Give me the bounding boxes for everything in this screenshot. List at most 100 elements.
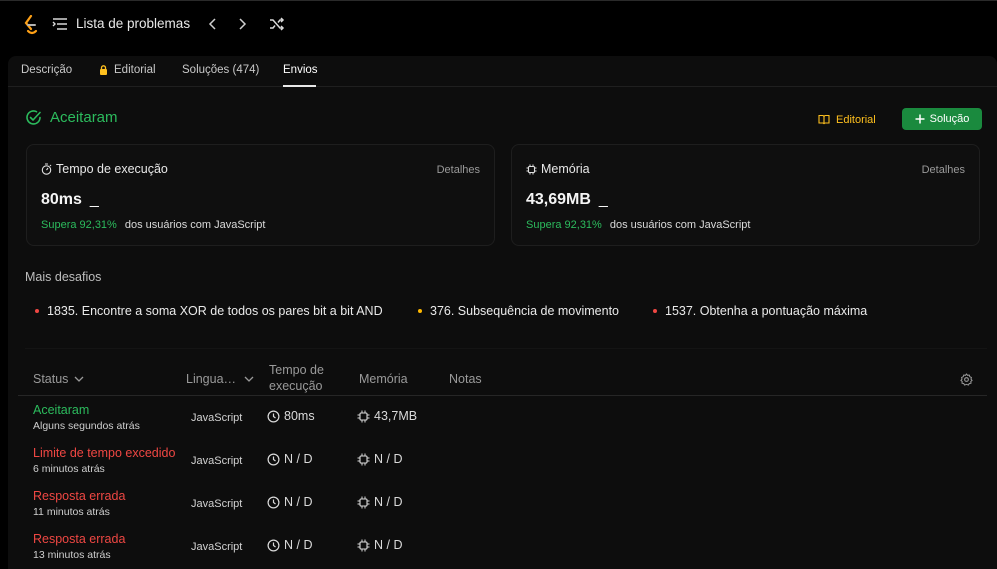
row-runtime: 80ms (267, 409, 315, 423)
clock-icon (267, 538, 280, 552)
difficulty-dot (653, 309, 657, 313)
memory-beats: Supera 92,31% dos usuários com JavaScript (526, 219, 750, 231)
runtime-beats-text: dos usuários com JavaScript (124, 219, 266, 231)
difficulty-dot (418, 309, 422, 313)
book-icon (818, 114, 830, 125)
row-status-label[interactable]: Resposta errada (33, 489, 125, 503)
clock-icon (267, 452, 280, 466)
next-problem-button[interactable] (233, 15, 251, 33)
memory-cursor: _ (598, 191, 608, 208)
memory-card-label: Memória (526, 162, 590, 176)
difficulty-dot (35, 309, 39, 313)
row-memory-value: N / D (374, 538, 403, 552)
row-runtime-value: N / D (284, 538, 313, 552)
table-row[interactable]: Limite de tempo excedido 6 minutos atrás… (18, 440, 987, 483)
tab-editorial-label: Editorial (114, 64, 156, 76)
chip-icon (357, 410, 370, 422)
editorial-button-label: Editorial (836, 113, 876, 126)
language-header-label: Lingua… (186, 372, 237, 386)
notes-column-header: Notas (449, 372, 482, 386)
memory-beats-pct: Supera 92,31% (526, 219, 602, 231)
submission-panel: Descrição Editorial Soluções (474) Envio… (8, 56, 997, 569)
memory-details-link[interactable]: Detalhes (922, 164, 965, 176)
clock-icon (267, 409, 280, 423)
status-header-label: Status (33, 372, 69, 386)
result-status-label: Aceitaram (50, 109, 118, 126)
runtime-value: 80ms _ (41, 191, 99, 209)
chevron-left-icon (208, 18, 216, 30)
row-runtime-value: 80ms (284, 409, 315, 423)
shuffle-icon (270, 17, 285, 31)
challenge-label: 376. Subsequência de movimento (430, 304, 620, 318)
settings-gear-icon[interactable] (960, 373, 973, 386)
tab-solutions[interactable]: Soluções (474) (182, 64, 259, 76)
challenge-item[interactable]: 1835. Encontre a soma XOR de todos os pa… (35, 304, 383, 318)
row-status-label[interactable]: Limite de tempo excedido (33, 446, 175, 460)
row-timestamp: 6 minutos atrás (33, 463, 105, 475)
chip-icon (357, 453, 370, 465)
editorial-button[interactable]: Editorial (818, 109, 876, 130)
runtime-card-title: Tempo de execução (56, 162, 168, 176)
problem-list-icon[interactable] (52, 17, 68, 31)
row-runtime: N / D (267, 495, 312, 509)
section-divider (25, 348, 987, 349)
solution-button[interactable]: Solução (902, 108, 982, 130)
problem-list-link[interactable]: Lista de problemas (76, 16, 190, 31)
runtime-card-label: Tempo de execução (41, 162, 168, 176)
row-status-label[interactable]: Resposta errada (33, 532, 125, 546)
challenge-item[interactable]: 376. Subsequência de movimento (418, 304, 619, 318)
runtime-details-link[interactable]: Detalhes (437, 164, 480, 176)
row-timestamp: Alguns segundos atrás (33, 420, 140, 432)
runtime-column-header: Tempo de execução (269, 362, 324, 394)
tab-bar: Descrição Editorial Soluções (474) Envio… (8, 56, 997, 87)
memory-beats-text: dos usuários com JavaScript (609, 219, 751, 231)
row-memory: N / D (357, 452, 402, 466)
chip-icon (357, 539, 370, 551)
tab-editorial[interactable]: Editorial (99, 64, 156, 76)
tab-submissions[interactable]: Envios (283, 64, 318, 76)
chevron-down-icon (244, 376, 254, 382)
row-memory: N / D (357, 538, 402, 552)
row-status-cell: Limite de tempo excedido 6 minutos atrás (33, 446, 175, 475)
chip-icon (526, 164, 537, 174)
row-status-label[interactable]: Aceitaram (33, 403, 140, 417)
memory-card: Memória Detalhes 43,69MB _ Supera 92,31% d… (511, 144, 980, 246)
table-row[interactable]: Resposta errada 11 minutos atrás JavaScr… (18, 483, 987, 526)
row-memory: 43,7MB (357, 409, 417, 423)
row-language: JavaScript (191, 455, 243, 467)
row-runtime: N / D (267, 452, 312, 466)
tab-description[interactable]: Descrição (21, 64, 72, 76)
status-column-header[interactable]: Status (33, 372, 84, 386)
challenge-label: 1835. Encontre a soma XOR de todos os pa… (47, 304, 383, 318)
runtime-header-line1: Tempo de (269, 363, 324, 377)
table-row[interactable]: Resposta errada 13 minutos atrás JavaScr… (18, 526, 987, 569)
memory-card-title: Memória (541, 162, 590, 176)
random-problem-button[interactable] (268, 15, 286, 33)
row-status-cell: Resposta errada 13 minutos atrás (33, 532, 125, 561)
memory-column-header: Memória (359, 372, 408, 386)
language-column-header[interactable]: Lingua… (186, 372, 254, 386)
prev-problem-button[interactable] (204, 15, 222, 33)
row-language: JavaScript (191, 412, 243, 424)
runtime-beats-pct: Supera 92,31% (41, 219, 117, 231)
submissions-table-header: Status Lingua… Tempo de execução Memória… (18, 356, 987, 396)
more-challenges-title: Mais desafios (25, 270, 102, 284)
row-memory: N / D (357, 495, 402, 509)
challenge-label: 1537. Obtenha a pontuação máxima (665, 304, 868, 318)
row-status-cell: Aceitaram Alguns segundos atrás (33, 403, 140, 432)
table-row[interactable]: Aceitaram Alguns segundos atrás JavaScri… (18, 397, 987, 440)
chevron-right-icon (239, 18, 247, 30)
row-timestamp: 13 minutos atrás (33, 549, 111, 561)
runtime-value-text: 80ms (41, 191, 82, 208)
row-runtime-value: N / D (284, 452, 313, 466)
check-circle-icon (26, 110, 41, 125)
stopwatch-icon (41, 163, 52, 175)
result-status: Aceitaram (25, 109, 118, 126)
row-memory-value: N / D (374, 452, 403, 466)
challenge-item[interactable]: 1537. Obtenha a pontuação máxima (653, 304, 867, 318)
runtime-cursor: _ (89, 191, 99, 208)
runtime-beats: Supera 92,31% dos usuários com JavaScript (41, 219, 265, 231)
row-runtime: N / D (267, 538, 312, 552)
plus-icon (915, 114, 925, 124)
leetcode-logo-icon[interactable] (22, 15, 40, 35)
